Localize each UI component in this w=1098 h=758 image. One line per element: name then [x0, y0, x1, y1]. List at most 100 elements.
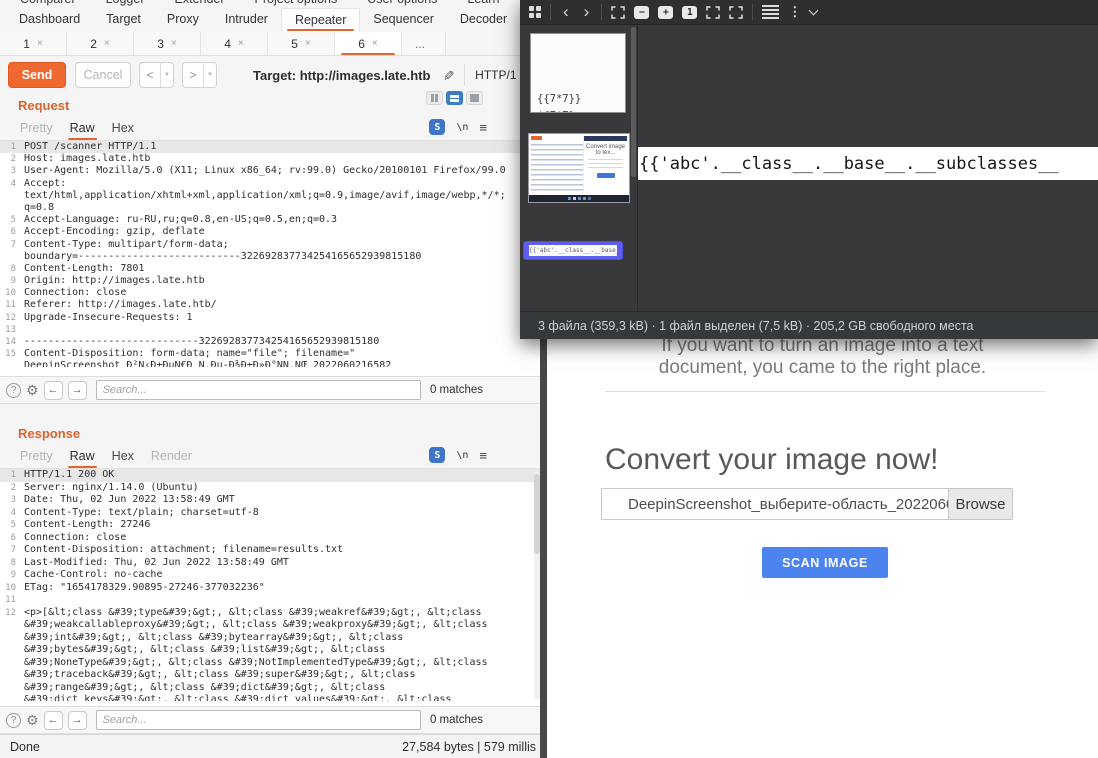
response-line: &#39;range&#39;&gt;, &lt;class &#39;dict…: [0, 682, 546, 695]
close-tab-icon[interactable]: ×: [37, 38, 43, 49]
thumbnail-selected-payload[interactable]: {{'abc'.__class__.__base__.__subcl: [524, 242, 622, 259]
history-forward-button[interactable]: > ▼: [182, 62, 217, 88]
editor-menu-icon[interactable]: ≡: [479, 120, 487, 135]
response-editor[interactable]: 1HTTP/1.1 200 OK 2Server: nginx/1.14.0 (…: [0, 468, 546, 706]
response-search-input[interactable]: [96, 710, 421, 730]
previous-match-button[interactable]: ←: [44, 381, 63, 400]
burp-main-tab[interactable]: Intruder: [212, 8, 281, 32]
toolbar-separator: [550, 4, 551, 20]
view-tab[interactable]: Pretty: [18, 119, 55, 140]
more-options-icon[interactable]: ⋮: [788, 4, 801, 20]
burp-main-tab[interactable]: Target: [93, 8, 154, 32]
next-match-button[interactable]: →: [68, 711, 87, 730]
close-tab-icon[interactable]: ×: [238, 38, 244, 49]
close-tab-icon[interactable]: ×: [104, 38, 110, 49]
send-button[interactable]: Send: [8, 62, 66, 88]
single-layout-icon[interactable]: [466, 91, 483, 105]
help-icon[interactable]: ?: [6, 383, 21, 398]
line-text: boundary=---------------------------3226…: [24, 251, 421, 263]
burp-suite-window: ComparerLoggerExtenderProject optionsUse…: [0, 0, 546, 758]
view-tab[interactable]: Raw: [68, 447, 97, 468]
view-tab[interactable]: Hex: [110, 119, 136, 140]
burp-main-tab[interactable]: Decoder: [447, 8, 520, 32]
http-version-toggle[interactable]: HTTP/1: [475, 68, 516, 82]
chevron-down-icon[interactable]: [809, 6, 819, 16]
next-image-icon[interactable]: ›: [581, 5, 593, 19]
previous-image-icon[interactable]: ‹: [560, 5, 572, 19]
request-line: 1POST /scanner HTTP/1.1: [0, 141, 546, 153]
request-search-input[interactable]: [96, 380, 421, 400]
editor-menu-icon[interactable]: ≡: [479, 448, 487, 463]
view-tab[interactable]: Raw: [68, 119, 97, 140]
repeater-tab[interactable]: 2×: [67, 32, 134, 55]
repeater-tab[interactable]: 6×: [335, 32, 402, 55]
repeater-tab[interactable]: ...: [402, 32, 446, 55]
line-number: 8: [0, 557, 16, 570]
file-upload-control[interactable]: DeepinScreenshot_выберите-область_202206…: [601, 488, 1013, 520]
thumbnail-ssti-payloads[interactable]: {{7*7}}${7*7}<%= 7*7 %>${{7*7}}: [530, 33, 626, 113]
burp-main-tab[interactable]: Sequencer: [360, 8, 446, 32]
thumbnail-screenshot[interactable]: Convert image to tex...: [528, 133, 630, 203]
previous-match-button[interactable]: ←: [44, 711, 63, 730]
request-line: text/html,application/xhtml+xml,applicat…: [0, 190, 546, 202]
response-line: 10ETag: "1654178329.90895-27246-37703223…: [0, 582, 546, 595]
line-number: [0, 251, 16, 263]
back-dropdown-icon[interactable]: ▼: [160, 63, 173, 87]
line-number: [0, 669, 16, 682]
mini-caption: Convert image to tex...: [584, 144, 627, 156]
view-tab[interactable]: Hex: [110, 447, 136, 468]
mini-header-bar: [584, 136, 627, 141]
request-search-bar: ? ⚙ ← → 0 matches: [0, 376, 546, 404]
line-number: 4: [0, 178, 16, 190]
burp-main-tab[interactable]: Dashboard: [6, 8, 93, 32]
gear-icon[interactable]: ⚙: [26, 382, 39, 399]
close-tab-icon[interactable]: ×: [305, 38, 311, 49]
zoom-fit-icon[interactable]: [611, 6, 625, 19]
pretty-print-icon[interactable]: S: [429, 447, 445, 463]
thumbnail-grid-icon[interactable]: [529, 6, 541, 18]
pretty-print-icon[interactable]: S: [429, 119, 445, 135]
scan-image-button[interactable]: SCAN IMAGE: [762, 547, 888, 578]
show-newlines-icon[interactable]: \n: [456, 450, 468, 461]
slideshow-icon[interactable]: [729, 6, 743, 19]
response-line: &#39;weakcallableproxy&#39;&gt;, &lt;cla…: [0, 619, 546, 632]
browse-button[interactable]: Browse: [948, 489, 1012, 519]
zoom-original-icon[interactable]: 1: [682, 6, 697, 19]
response-line: &#39;int&#39;&gt;, &lt;class &#39;bytear…: [0, 632, 546, 645]
edit-target-icon[interactable]: ✎: [440, 69, 457, 81]
cancel-button[interactable]: Cancel: [75, 62, 131, 88]
rows-layout-icon[interactable]: [446, 91, 463, 105]
burp-main-tab[interactable]: Repeater: [281, 8, 360, 32]
list-view-icon[interactable]: [762, 5, 779, 19]
repeater-tab[interactable]: 4×: [201, 32, 268, 55]
show-newlines-icon[interactable]: \n: [456, 122, 468, 133]
request-editor[interactable]: 1POST /scanner HTTP/1.1 2Host: images.la…: [0, 140, 546, 376]
zoom-out-icon[interactable]: −: [634, 6, 649, 19]
view-tab[interactable]: Render: [149, 447, 194, 468]
close-tab-icon[interactable]: ×: [372, 38, 378, 49]
toolbar-separator: [601, 4, 602, 20]
next-match-button[interactable]: →: [68, 381, 87, 400]
burp-main-tab[interactable]: Proxy: [154, 8, 212, 32]
zoom-in-icon[interactable]: +: [658, 6, 673, 19]
gear-icon[interactable]: ⚙: [26, 712, 39, 729]
repeater-tab[interactable]: 3×: [134, 32, 201, 55]
forward-dropdown-icon[interactable]: ▼: [203, 63, 216, 87]
thumbnail-scrollbar[interactable]: [631, 27, 636, 177]
history-back-button[interactable]: < ▼: [139, 62, 174, 88]
burp-status-bar: Done 27,584 bytes | 579 millis: [0, 734, 546, 758]
line-number: 6: [0, 532, 16, 545]
repeater-tab[interactable]: 1×: [0, 32, 67, 55]
view-tab[interactable]: Pretty: [18, 447, 55, 468]
file-input-value[interactable]: DeepinScreenshot_выберите-область_202206…: [602, 489, 948, 519]
help-icon[interactable]: ?: [6, 713, 21, 728]
fullscreen-icon[interactable]: [706, 6, 720, 19]
line-number: [0, 619, 16, 632]
request-line: 2Host: images.late.htb: [0, 153, 546, 165]
line-text: &#39;int&#39;&gt;, &lt;class &#39;bytear…: [24, 632, 403, 645]
request-editor-icons: S \n ≡: [429, 119, 487, 135]
line-number: 9: [0, 569, 16, 582]
columns-layout-icon[interactable]: [426, 91, 443, 105]
repeater-tab[interactable]: 5×: [268, 32, 335, 55]
close-tab-icon[interactable]: ×: [171, 38, 177, 49]
